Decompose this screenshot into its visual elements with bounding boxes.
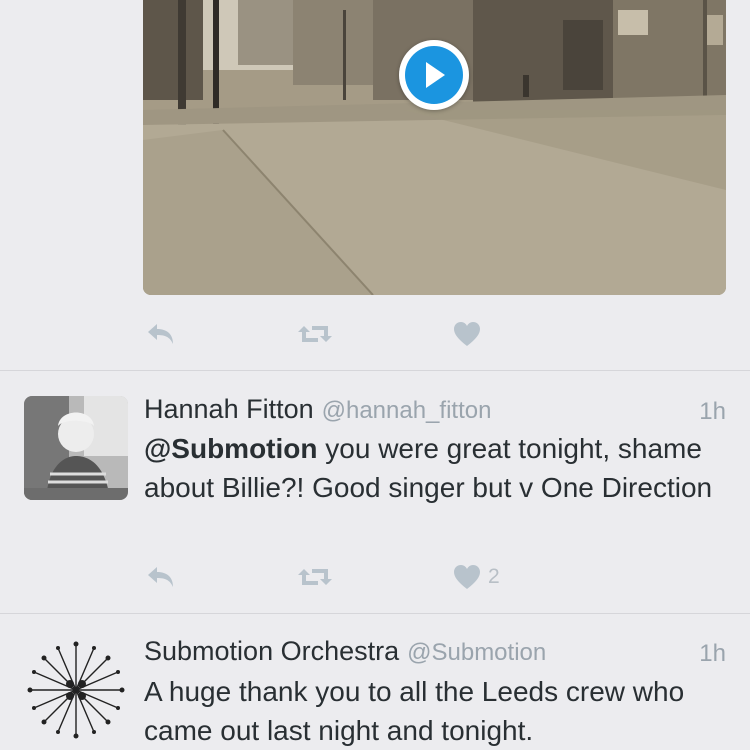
video-preview[interactable] [143, 0, 726, 295]
tweet-item[interactable]: Submotion Orchestra @Submotion 1h A huge … [0, 614, 750, 750]
reply-button[interactable] [145, 563, 177, 591]
heart-icon [454, 322, 480, 346]
timestamp: 1h [699, 398, 726, 425]
user-handle[interactable]: @Submotion [407, 639, 546, 666]
tweet-actions-2: 2 [143, 563, 563, 593]
play-icon [426, 62, 445, 88]
play-button[interactable] [399, 40, 469, 110]
tweet-actions-1 [143, 320, 563, 350]
reply-icon [148, 324, 173, 344]
mention-link[interactable]: @Submotion [144, 433, 318, 464]
reply-button[interactable] [145, 320, 177, 348]
like-button[interactable] [452, 320, 482, 348]
tweet-header: Submotion Orchestra @Submotion 1h [144, 636, 726, 668]
tweet-text: @Submotion you were great tonight, shame… [144, 433, 713, 503]
timestamp: 1h [699, 640, 726, 667]
retweet-button[interactable] [296, 320, 334, 348]
user-handle[interactable]: @hannah_fitton [322, 397, 492, 424]
avatar[interactable] [24, 396, 128, 500]
retweet-icon [298, 326, 332, 342]
heart-icon [454, 565, 480, 589]
avatar[interactable] [24, 638, 128, 742]
like-button[interactable]: 2 [452, 563, 500, 591]
reply-icon [148, 567, 173, 587]
tweet-text: A huge thank you to all the Leeds crew w… [144, 676, 685, 746]
user-name[interactable]: Hannah Fitton [144, 394, 314, 424]
retweet-icon [298, 569, 332, 585]
tweet-header: Hannah Fitton @hannah_fitton 1h [144, 394, 726, 426]
user-name[interactable]: Submotion Orchestra [144, 636, 399, 666]
like-count: 2 [488, 565, 500, 588]
retweet-button[interactable] [296, 563, 334, 591]
